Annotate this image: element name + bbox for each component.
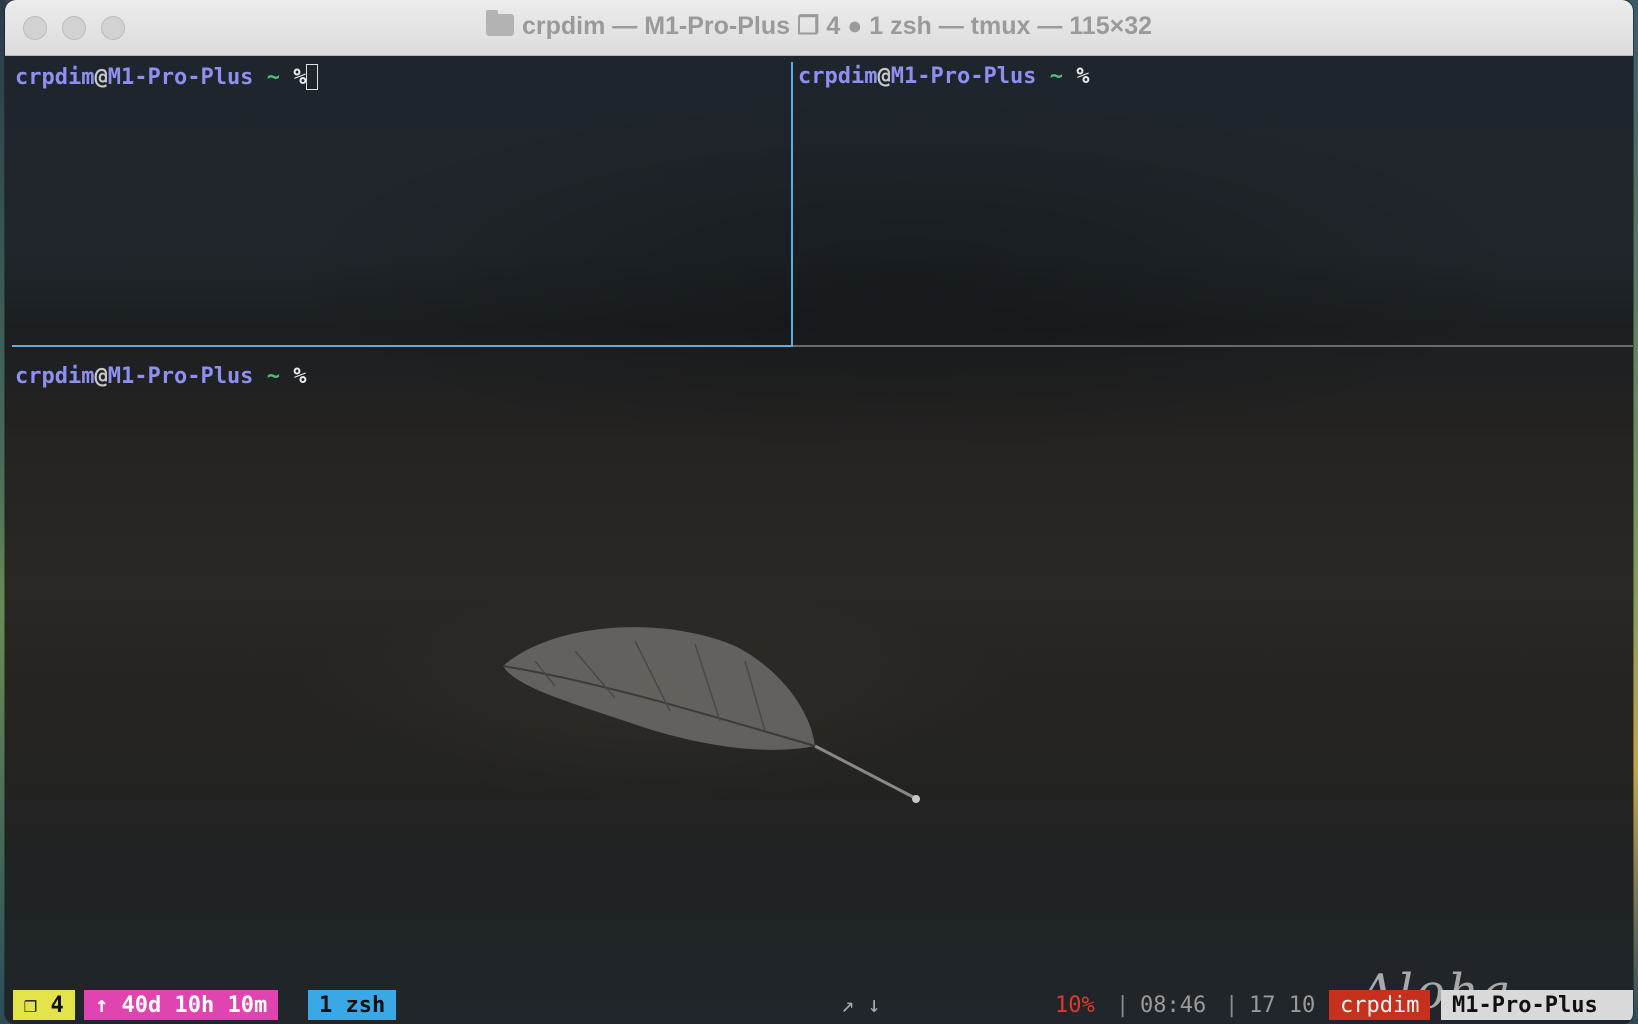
title-bar[interactable]: crpdim — M1-Pro-Plus ❐ 4 ● 1 zsh — tmux … xyxy=(5,0,1633,56)
prompt-at: @ xyxy=(877,64,891,89)
pane-divider-horizontal[interactable] xyxy=(793,345,1633,347)
prompt-symbol: % xyxy=(1076,64,1090,89)
prompt-host: M1-Pro-Plus xyxy=(890,64,1037,89)
prompt-at: @ xyxy=(94,65,108,90)
battery-percent: 10% xyxy=(1055,993,1095,1018)
prompt-top-right[interactable]: crpdim@M1-Pro-Plus ~ % xyxy=(798,64,1089,89)
session-indicator[interactable]: ❐ 4 xyxy=(13,990,75,1020)
clock-date: 17 10 xyxy=(1249,993,1316,1018)
cursor xyxy=(306,64,319,90)
prompt-top-left[interactable]: crpdim@M1-Pro-Plus ~ % xyxy=(15,64,319,90)
status-host: M1-Pro-Plus xyxy=(1441,990,1633,1020)
prompt-symbol: % xyxy=(293,65,307,90)
window-title-text: crpdim — M1-Pro-Plus ❐ 4 ● 1 zsh — tmux … xyxy=(521,12,1153,40)
prompt-cwd: ~ xyxy=(266,364,280,389)
folder-icon xyxy=(485,10,514,36)
prompt-cwd: ~ xyxy=(266,65,280,90)
leaf-wallpaper-image xyxy=(502,627,920,803)
status-user: crpdim xyxy=(1329,990,1431,1020)
clock-time: 08:46 xyxy=(1140,993,1207,1018)
window-tab-1-zsh[interactable]: 1 zsh xyxy=(308,990,397,1020)
prompt-bottom[interactable]: crpdim@M1-Pro-Plus ~ % xyxy=(15,364,306,389)
prompt-host: M1-Pro-Plus xyxy=(107,65,254,90)
tmux-status-bar: ❐ 4 ↑ 40d 10h 10m 1 zsh ↗ ↓ 10% | 08:46 … xyxy=(5,990,1633,1020)
window-title: crpdim — M1-Pro-Plus ❐ 4 ● 1 zsh — tmux … xyxy=(5,10,1633,41)
prompt-at: @ xyxy=(94,364,108,389)
network-arrows-icon: ↗ ↓ xyxy=(841,993,881,1018)
terminal-area[interactable]: crpdim@M1-Pro-Plus ~ % crpdim@M1-Pro-Plu… xyxy=(5,56,1633,1024)
prompt-user: crpdim xyxy=(15,364,95,389)
uptime-indicator: ↑ 40d 10h 10m xyxy=(84,990,279,1020)
pane-divider-vertical[interactable] xyxy=(791,62,793,346)
prompt-symbol: % xyxy=(293,364,307,389)
prompt-cwd: ~ xyxy=(1049,64,1063,89)
prompt-user: crpdim xyxy=(15,65,95,90)
pane-divider-horizontal-active[interactable] xyxy=(12,345,793,347)
prompt-host: M1-Pro-Plus xyxy=(107,364,254,389)
prompt-user: crpdim xyxy=(798,64,878,89)
terminal-window: crpdim — M1-Pro-Plus ❐ 4 ● 1 zsh — tmux … xyxy=(5,0,1633,1024)
